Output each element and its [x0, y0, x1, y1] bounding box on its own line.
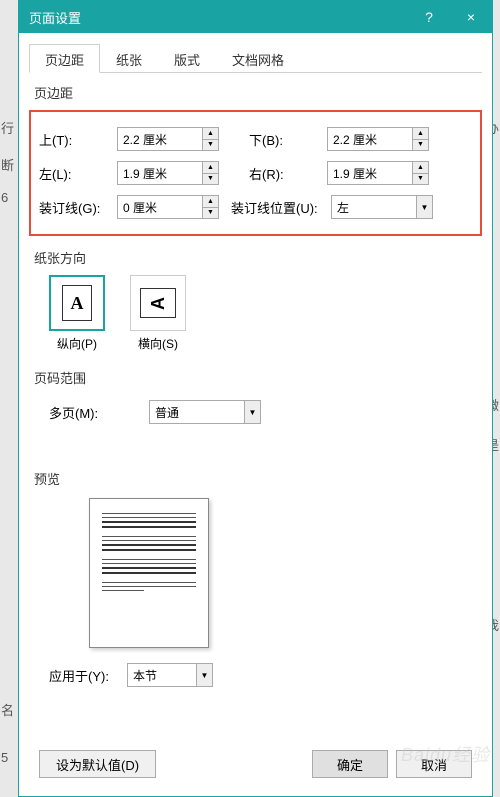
label-right: 右(R):: [249, 164, 327, 183]
preview-thumbnail: [89, 498, 209, 648]
help-button[interactable]: ?: [408, 1, 450, 33]
spin-up-icon[interactable]: ▲: [413, 162, 428, 174]
orientation-landscape[interactable]: A 横向(S): [130, 275, 186, 352]
dialog-title: 页面设置: [29, 8, 81, 27]
label-top: 上(T):: [39, 130, 117, 149]
titlebar: 页面设置 ? ×: [19, 1, 492, 33]
set-default-button[interactable]: 设为默认值(D): [39, 750, 156, 778]
bg-char: 6: [1, 190, 8, 205]
bg-char: 5: [1, 750, 8, 765]
spin-up-icon[interactable]: ▲: [203, 162, 218, 174]
spin-up-icon[interactable]: ▲: [203, 196, 218, 208]
tab-paper[interactable]: 纸张: [100, 44, 158, 73]
spin-down-icon[interactable]: ▼: [413, 140, 428, 151]
input-margin-bottom[interactable]: ▲▼: [327, 127, 429, 151]
input-margin-left[interactable]: ▲▼: [117, 161, 219, 185]
chevron-down-icon[interactable]: ▼: [197, 663, 213, 687]
label-multipages: 多页(M):: [49, 403, 149, 422]
section-pages-title: 页码范围: [34, 368, 482, 387]
spin-down-icon[interactable]: ▼: [203, 174, 218, 185]
landscape-icon: A: [140, 288, 176, 318]
label-gutter-pos: 装订线位置(U):: [231, 198, 331, 217]
landscape-label: 横向(S): [130, 335, 186, 352]
spin-down-icon[interactable]: ▼: [203, 208, 218, 219]
orientation-portrait[interactable]: A 纵向(P): [49, 275, 105, 352]
tab-layout[interactable]: 版式: [158, 44, 216, 73]
bg-char: 名: [1, 700, 14, 719]
input-margin-top[interactable]: ▲▼: [117, 127, 219, 151]
select-multipages[interactable]: ▼: [149, 400, 261, 424]
bg-char: 断: [1, 155, 14, 174]
chevron-down-icon[interactable]: ▼: [245, 400, 261, 424]
input-margin-right[interactable]: ▲▼: [327, 161, 429, 185]
chevron-down-icon[interactable]: ▼: [417, 195, 433, 219]
bg-char: 行: [1, 118, 14, 137]
watermark: Baidu经验: [401, 741, 490, 767]
spin-up-icon[interactable]: ▲: [203, 128, 218, 140]
tab-bar: 页边距 纸张 版式 文档网格: [29, 43, 482, 73]
label-apply-to: 应用于(Y):: [49, 666, 127, 685]
label-left: 左(L):: [39, 164, 117, 183]
portrait-label: 纵向(P): [49, 335, 105, 352]
tab-grid[interactable]: 文档网格: [216, 44, 300, 73]
select-apply-to[interactable]: ▼: [127, 663, 213, 687]
input-gutter[interactable]: ▲▼: [117, 195, 219, 219]
close-button[interactable]: ×: [450, 1, 492, 33]
section-orientation-title: 纸张方向: [34, 248, 482, 267]
section-preview-title: 预览: [34, 469, 482, 488]
margins-group: 上(T): ▲▼ 下(B): ▲▼ 左(L): ▲▼: [29, 110, 482, 236]
spin-down-icon[interactable]: ▼: [413, 174, 428, 185]
label-bottom: 下(B):: [249, 130, 327, 149]
page-setup-dialog: 页面设置 ? × 页边距 纸张 版式 文档网格 页边距 上(T): ▲▼ 下(B…: [18, 0, 493, 797]
spin-up-icon[interactable]: ▲: [413, 128, 428, 140]
ok-button[interactable]: 确定: [312, 750, 388, 778]
section-margins-title: 页边距: [34, 83, 482, 102]
portrait-icon: A: [62, 285, 92, 321]
label-gutter: 装订线(G):: [39, 198, 117, 217]
tab-margins[interactable]: 页边距: [29, 44, 100, 73]
select-gutter-pos[interactable]: ▼: [331, 195, 433, 219]
spin-down-icon[interactable]: ▼: [203, 140, 218, 151]
